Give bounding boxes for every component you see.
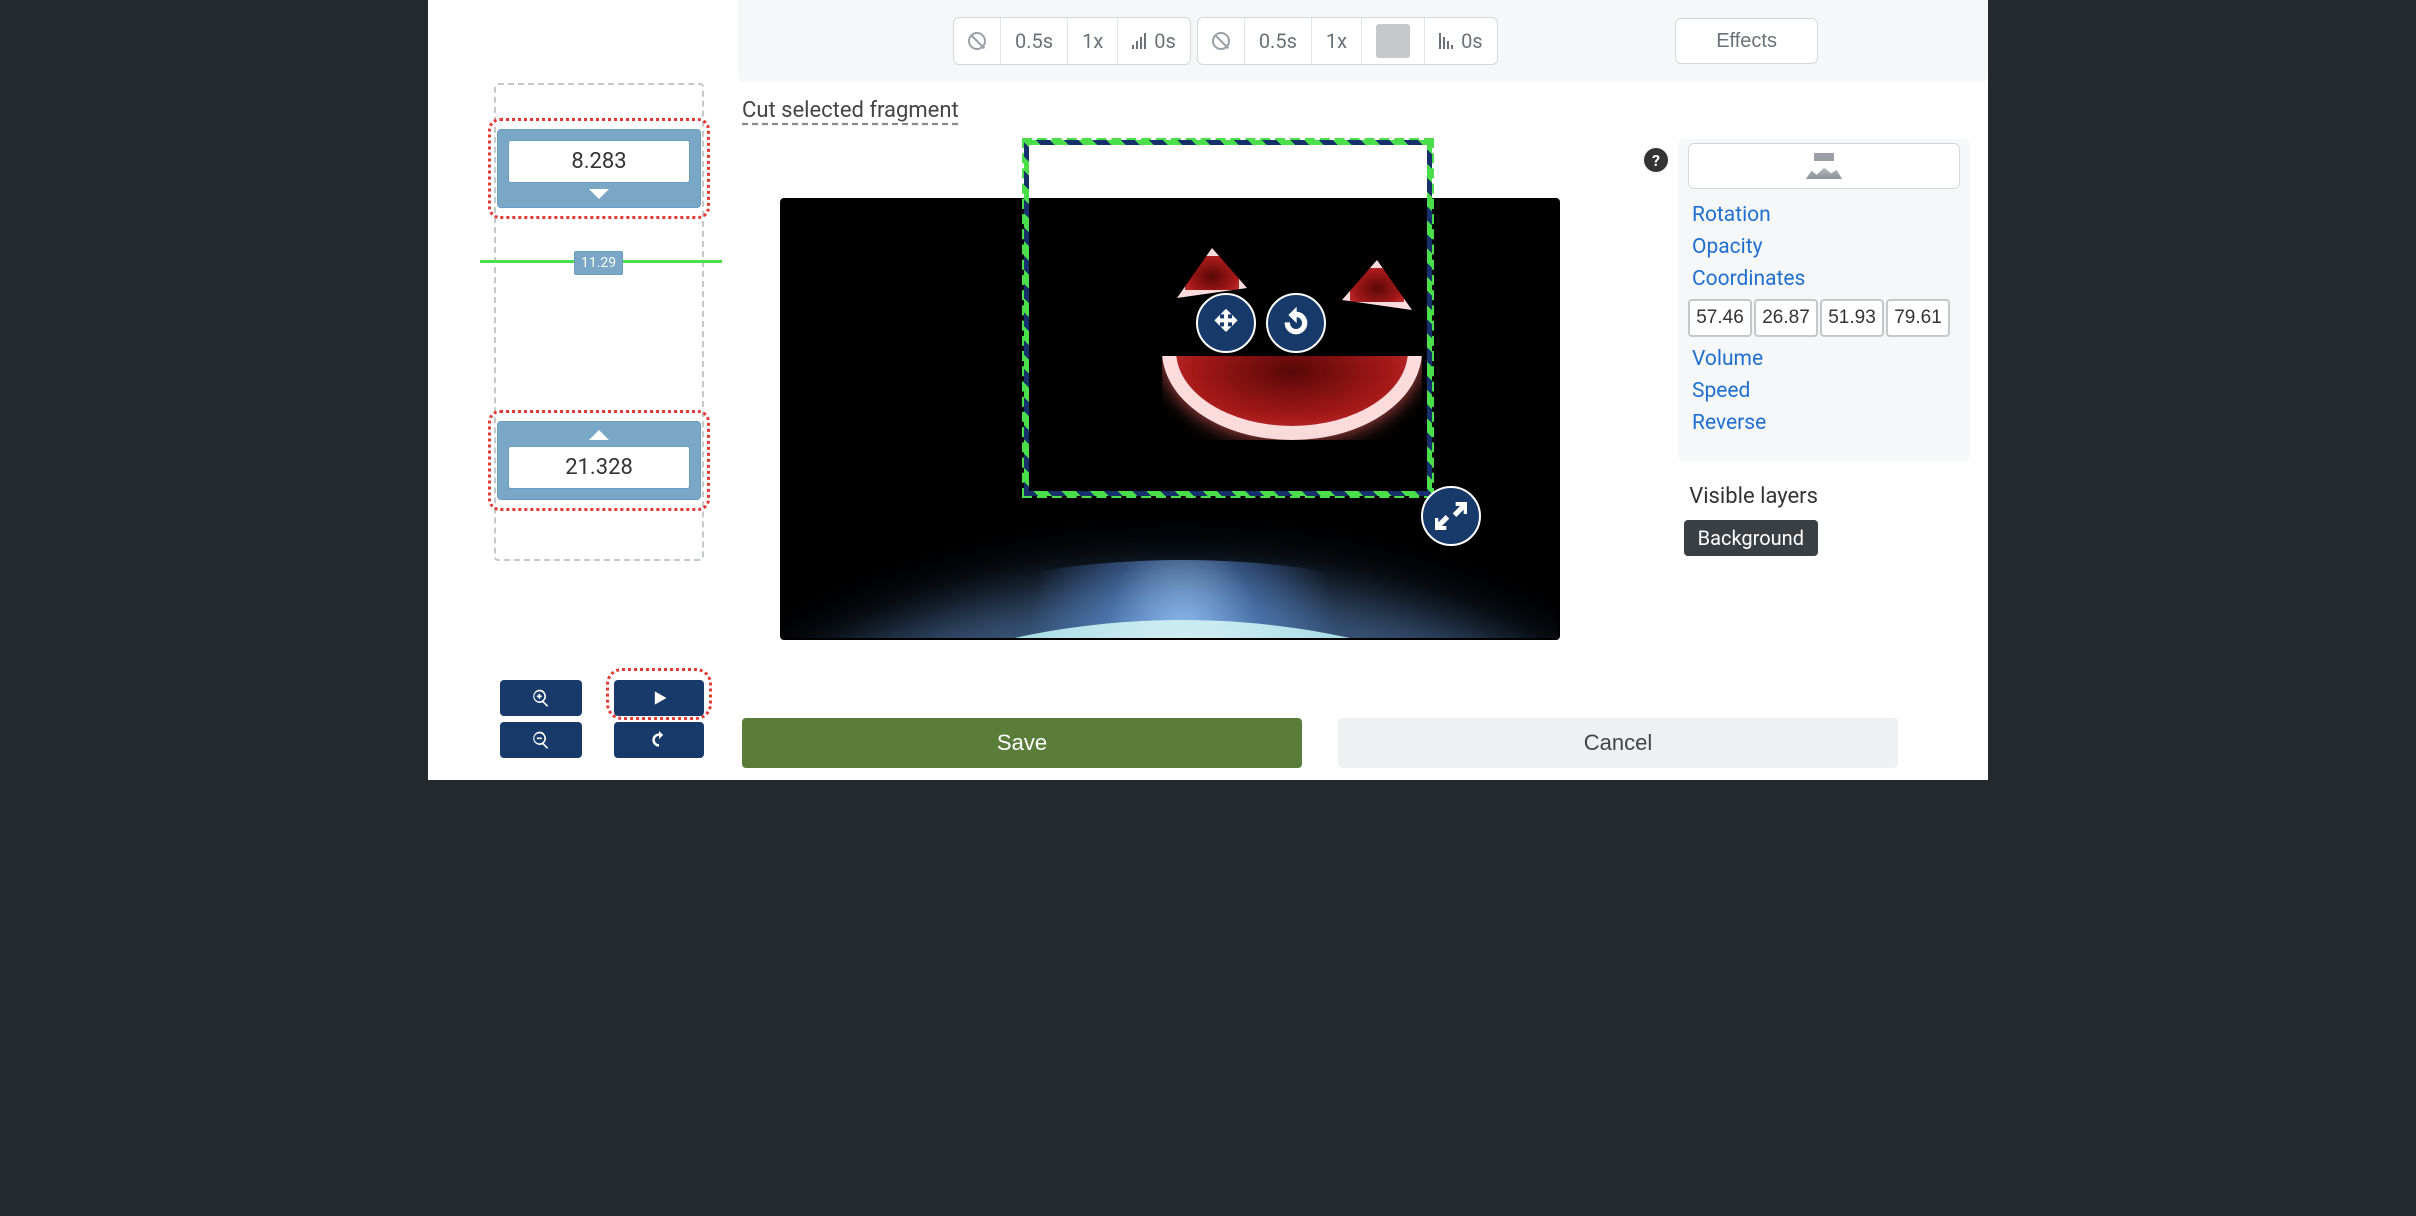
coord-y1-input[interactable]: [1754, 299, 1818, 337]
ramp-up-icon: [1132, 33, 1148, 49]
resize-handle[interactable]: [1421, 486, 1481, 546]
end-time-value[interactable]: 21.328: [508, 446, 690, 489]
none-icon: [1212, 32, 1230, 50]
properties-panel: Rotation Opacity Coordinates Volume Spee…: [1678, 139, 1970, 461]
overlay-eye-left: [1177, 248, 1247, 298]
zoom-in-icon: [531, 688, 551, 708]
rotate-icon: [1280, 307, 1312, 339]
effects-button[interactable]: Effects: [1675, 18, 1818, 64]
coordinates-row: [1678, 295, 1970, 343]
coordinates-label[interactable]: Coordinates: [1678, 263, 1970, 295]
zoom-out-icon: [531, 730, 551, 750]
fade-in-ramp-value: 0s: [1154, 29, 1176, 53]
speed-link[interactable]: Speed: [1678, 375, 1970, 407]
fade-out-speed[interactable]: 1x: [1312, 18, 1362, 64]
fade-in-time[interactable]: 0.5s: [1001, 18, 1068, 64]
chevron-up-icon: [589, 430, 609, 440]
opacity-link[interactable]: Opacity: [1678, 231, 1970, 263]
volume-link[interactable]: Volume: [1678, 343, 1970, 375]
save-button[interactable]: Save: [742, 718, 1302, 768]
end-time-marker[interactable]: 21.328: [497, 421, 701, 500]
loop-button[interactable]: [614, 722, 704, 758]
fade-out-ramp-value: 0s: [1461, 29, 1483, 53]
color-swatch[interactable]: [1362, 18, 1425, 64]
rotation-link[interactable]: Rotation: [1678, 199, 1970, 231]
chevron-down-icon: [589, 189, 609, 199]
fade-in-group: 0.5s 1x 0s: [953, 17, 1191, 65]
rotate-handle[interactable]: [1266, 293, 1326, 353]
background-layer-chip[interactable]: Background: [1684, 520, 1818, 556]
start-time-marker[interactable]: 8.283: [497, 129, 701, 208]
loop-icon: [649, 730, 669, 750]
play-button[interactable]: [614, 680, 704, 716]
move-handle[interactable]: [1196, 293, 1256, 353]
no-fade-in-toggle[interactable]: [954, 18, 1001, 64]
move-icon: [1210, 307, 1242, 339]
layer-thumbnail-button[interactable]: [1688, 143, 1960, 189]
coord-x2-input[interactable]: [1820, 299, 1884, 337]
fade-in-ramp[interactable]: 0s: [1118, 18, 1190, 64]
cancel-button[interactable]: Cancel: [1338, 718, 1898, 768]
start-time-value[interactable]: 8.283: [508, 140, 690, 183]
resize-icon: [1435, 500, 1467, 532]
layer-thumbnail-icon: [1806, 153, 1842, 179]
video-preview[interactable]: [780, 198, 1560, 640]
overlay-eye-right: [1342, 260, 1412, 310]
none-icon: [968, 32, 986, 50]
help-icon[interactable]: ?: [1644, 148, 1668, 172]
visible-layers-title: Visible layers: [1689, 484, 1818, 509]
fade-color-icon: [1376, 24, 1410, 58]
parameter-groups: 0.5s 1x 0s 0.5s 1x 0s: [953, 17, 1498, 65]
playhead-time[interactable]: 11.29: [574, 251, 623, 275]
ramp-down-icon: [1439, 33, 1455, 49]
zoom-in-button[interactable]: [500, 680, 582, 716]
no-fade-out-toggle[interactable]: [1198, 18, 1245, 64]
fade-out-ramp[interactable]: 0s: [1425, 18, 1497, 64]
top-toolbar: 0.5s 1x 0s 0.5s 1x 0s Effects: [738, 0, 1988, 82]
end-time-marker-highlight: 21.328: [488, 410, 710, 511]
zoom-out-button[interactable]: [500, 722, 582, 758]
fade-in-speed[interactable]: 1x: [1068, 18, 1118, 64]
fade-out-group: 0.5s 1x 0s: [1197, 17, 1498, 65]
coord-y2-input[interactable]: [1886, 299, 1950, 337]
cut-fragment-link[interactable]: Cut selected fragment: [742, 98, 959, 123]
fade-out-time[interactable]: 0.5s: [1245, 18, 1312, 64]
start-time-marker-highlight: 8.283: [488, 118, 710, 219]
reverse-link[interactable]: Reverse: [1678, 407, 1970, 439]
coord-x1-input[interactable]: [1688, 299, 1752, 337]
play-icon: [649, 688, 669, 708]
